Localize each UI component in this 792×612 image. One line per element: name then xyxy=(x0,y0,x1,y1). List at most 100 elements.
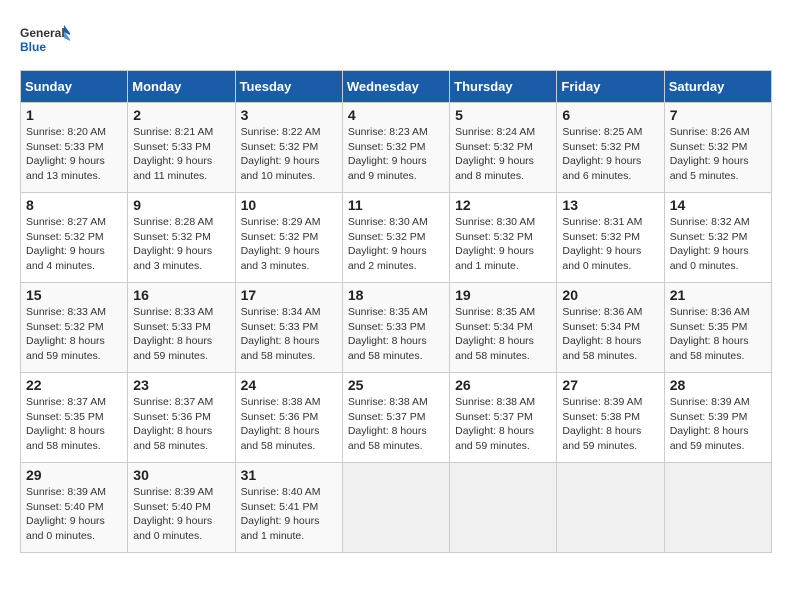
day-cell: 7 Sunrise: 8:26 AMSunset: 5:32 PMDaylight… xyxy=(664,103,771,193)
day-info: Sunrise: 8:28 AMSunset: 5:32 PMDaylight:… xyxy=(133,215,229,274)
day-cell: 26 Sunrise: 8:38 AMSunset: 5:37 PMDayligh… xyxy=(450,373,557,463)
day-number: 14 xyxy=(670,197,766,213)
day-info: Sunrise: 8:30 AMSunset: 5:32 PMDaylight:… xyxy=(455,215,551,274)
day-info: Sunrise: 8:33 AMSunset: 5:33 PMDaylight:… xyxy=(133,305,229,364)
day-number: 7 xyxy=(670,107,766,123)
day-cell: 9Sunrise: 8:28 AMSunset: 5:32 PMDaylight… xyxy=(128,193,235,283)
day-info: Sunrise: 8:36 AMSunset: 5:34 PMDaylight:… xyxy=(562,305,658,364)
day-number: 13 xyxy=(562,197,658,213)
svg-text:General: General xyxy=(20,26,65,40)
calendar-table: SundayMondayTuesdayWednesdayThursdayFrid… xyxy=(20,70,772,553)
day-info: Sunrise: 8:37 AMSunset: 5:35 PMDaylight:… xyxy=(26,395,122,454)
day-cell: 3Sunrise: 8:22 AMSunset: 5:32 PMDaylight… xyxy=(235,103,342,193)
day-info: Sunrise: 8:26 AMSunset: 5:32 PMDaylight:… xyxy=(670,125,766,184)
day-number: 26 xyxy=(455,377,551,393)
day-number: 28 xyxy=(670,377,766,393)
day-info: Sunrise: 8:37 AMSunset: 5:36 PMDaylight:… xyxy=(133,395,229,454)
day-info: Sunrise: 8:20 AMSunset: 5:33 PMDaylight:… xyxy=(26,125,122,184)
day-number: 15 xyxy=(26,287,122,303)
day-number: 5 xyxy=(455,107,551,123)
column-header-monday: Monday xyxy=(128,71,235,103)
day-cell: 6 Sunrise: 8:25 AMSunset: 5:32 PMDaylight… xyxy=(557,103,664,193)
week-row-4: 22 Sunrise: 8:37 AMSunset: 5:35 PMDayligh… xyxy=(21,373,772,463)
day-number: 19 xyxy=(455,287,551,303)
day-cell xyxy=(450,463,557,553)
column-header-saturday: Saturday xyxy=(664,71,771,103)
day-number: 17 xyxy=(241,287,337,303)
week-row-1: 1Sunrise: 8:20 AMSunset: 5:33 PMDaylight… xyxy=(21,103,772,193)
day-info: Sunrise: 8:38 AMSunset: 5:37 PMDaylight:… xyxy=(348,395,444,454)
day-info: Sunrise: 8:38 AMSunset: 5:36 PMDaylight:… xyxy=(241,395,337,454)
day-cell: 2Sunrise: 8:21 AMSunset: 5:33 PMDaylight… xyxy=(128,103,235,193)
day-number: 25 xyxy=(348,377,444,393)
day-cell: 16 Sunrise: 8:33 AMSunset: 5:33 PMDayligh… xyxy=(128,283,235,373)
day-cell: 30 Sunrise: 8:39 AMSunset: 5:40 PMDayligh… xyxy=(128,463,235,553)
day-number: 16 xyxy=(133,287,229,303)
day-info: Sunrise: 8:31 AMSunset: 5:32 PMDaylight:… xyxy=(562,215,658,274)
week-row-5: 29Sunrise: 8:39 AMSunset: 5:40 PMDayligh… xyxy=(21,463,772,553)
day-cell: 22 Sunrise: 8:37 AMSunset: 5:35 PMDayligh… xyxy=(21,373,128,463)
day-info: Sunrise: 8:35 AMSunset: 5:33 PMDaylight:… xyxy=(348,305,444,364)
day-cell: 10 Sunrise: 8:29 AMSunset: 5:32 PMDayligh… xyxy=(235,193,342,283)
day-cell: 28 Sunrise: 8:39 AMSunset: 5:39 PMDayligh… xyxy=(664,373,771,463)
day-info: Sunrise: 8:33 AMSunset: 5:32 PMDaylight:… xyxy=(26,305,122,364)
day-number: 22 xyxy=(26,377,122,393)
day-cell: 23Sunrise: 8:37 AMSunset: 5:36 PMDayligh… xyxy=(128,373,235,463)
day-cell xyxy=(342,463,449,553)
calendar-body: 1Sunrise: 8:20 AMSunset: 5:33 PMDaylight… xyxy=(21,103,772,553)
column-header-sunday: Sunday xyxy=(21,71,128,103)
day-info: Sunrise: 8:30 AMSunset: 5:32 PMDaylight:… xyxy=(348,215,444,274)
day-number: 27 xyxy=(562,377,658,393)
logo: General Blue xyxy=(20,20,70,60)
day-info: Sunrise: 8:23 AMSunset: 5:32 PMDaylight:… xyxy=(348,125,444,184)
day-number: 20 xyxy=(562,287,658,303)
day-info: Sunrise: 8:39 AMSunset: 5:40 PMDaylight:… xyxy=(133,485,229,544)
logo-svg: General Blue xyxy=(20,20,70,60)
day-number: 18 xyxy=(348,287,444,303)
day-info: Sunrise: 8:29 AMSunset: 5:32 PMDaylight:… xyxy=(241,215,337,274)
column-headers: SundayMondayTuesdayWednesdayThursdayFrid… xyxy=(21,71,772,103)
day-number: 3 xyxy=(241,107,337,123)
day-number: 21 xyxy=(670,287,766,303)
day-number: 6 xyxy=(562,107,658,123)
day-cell: 15 Sunrise: 8:33 AMSunset: 5:32 PMDayligh… xyxy=(21,283,128,373)
day-number: 10 xyxy=(241,197,337,213)
day-cell: 31Sunrise: 8:40 AMSunset: 5:41 PMDayligh… xyxy=(235,463,342,553)
day-number: 30 xyxy=(133,467,229,483)
day-number: 24 xyxy=(241,377,337,393)
day-cell: 8Sunrise: 8:27 AMSunset: 5:32 PMDaylight… xyxy=(21,193,128,283)
day-number: 2 xyxy=(133,107,229,123)
day-info: Sunrise: 8:25 AMSunset: 5:32 PMDaylight:… xyxy=(562,125,658,184)
column-header-friday: Friday xyxy=(557,71,664,103)
week-row-2: 8Sunrise: 8:27 AMSunset: 5:32 PMDaylight… xyxy=(21,193,772,283)
day-cell: 24 Sunrise: 8:38 AMSunset: 5:36 PMDayligh… xyxy=(235,373,342,463)
day-number: 11 xyxy=(348,197,444,213)
day-cell xyxy=(557,463,664,553)
day-cell: 20 Sunrise: 8:36 AMSunset: 5:34 PMDayligh… xyxy=(557,283,664,373)
day-cell: 14Sunrise: 8:32 AMSunset: 5:32 PMDayligh… xyxy=(664,193,771,283)
day-cell: 17 Sunrise: 8:34 AMSunset: 5:33 PMDayligh… xyxy=(235,283,342,373)
day-cell: 25 Sunrise: 8:38 AMSunset: 5:37 PMDayligh… xyxy=(342,373,449,463)
day-info: Sunrise: 8:38 AMSunset: 5:37 PMDaylight:… xyxy=(455,395,551,454)
day-cell: 13 Sunrise: 8:31 AMSunset: 5:32 PMDayligh… xyxy=(557,193,664,283)
week-row-3: 15 Sunrise: 8:33 AMSunset: 5:32 PMDayligh… xyxy=(21,283,772,373)
column-header-wednesday: Wednesday xyxy=(342,71,449,103)
column-header-thursday: Thursday xyxy=(450,71,557,103)
day-info: Sunrise: 8:24 AMSunset: 5:32 PMDaylight:… xyxy=(455,125,551,184)
day-cell: 29Sunrise: 8:39 AMSunset: 5:40 PMDayligh… xyxy=(21,463,128,553)
day-cell: 18 Sunrise: 8:35 AMSunset: 5:33 PMDayligh… xyxy=(342,283,449,373)
day-cell: 5 Sunrise: 8:24 AMSunset: 5:32 PMDaylight… xyxy=(450,103,557,193)
day-info: Sunrise: 8:39 AMSunset: 5:38 PMDaylight:… xyxy=(562,395,658,454)
day-info: Sunrise: 8:39 AMSunset: 5:39 PMDaylight:… xyxy=(670,395,766,454)
column-header-tuesday: Tuesday xyxy=(235,71,342,103)
day-cell: 12Sunrise: 8:30 AMSunset: 5:32 PMDayligh… xyxy=(450,193,557,283)
day-cell: 11 Sunrise: 8:30 AMSunset: 5:32 PMDayligh… xyxy=(342,193,449,283)
day-number: 4 xyxy=(348,107,444,123)
day-info: Sunrise: 8:35 AMSunset: 5:34 PMDaylight:… xyxy=(455,305,551,364)
day-number: 8 xyxy=(26,197,122,213)
day-cell: 4 Sunrise: 8:23 AMSunset: 5:32 PMDaylight… xyxy=(342,103,449,193)
day-info: Sunrise: 8:34 AMSunset: 5:33 PMDaylight:… xyxy=(241,305,337,364)
day-cell xyxy=(664,463,771,553)
day-info: Sunrise: 8:36 AMSunset: 5:35 PMDaylight:… xyxy=(670,305,766,364)
day-cell: 27 Sunrise: 8:39 AMSunset: 5:38 PMDayligh… xyxy=(557,373,664,463)
